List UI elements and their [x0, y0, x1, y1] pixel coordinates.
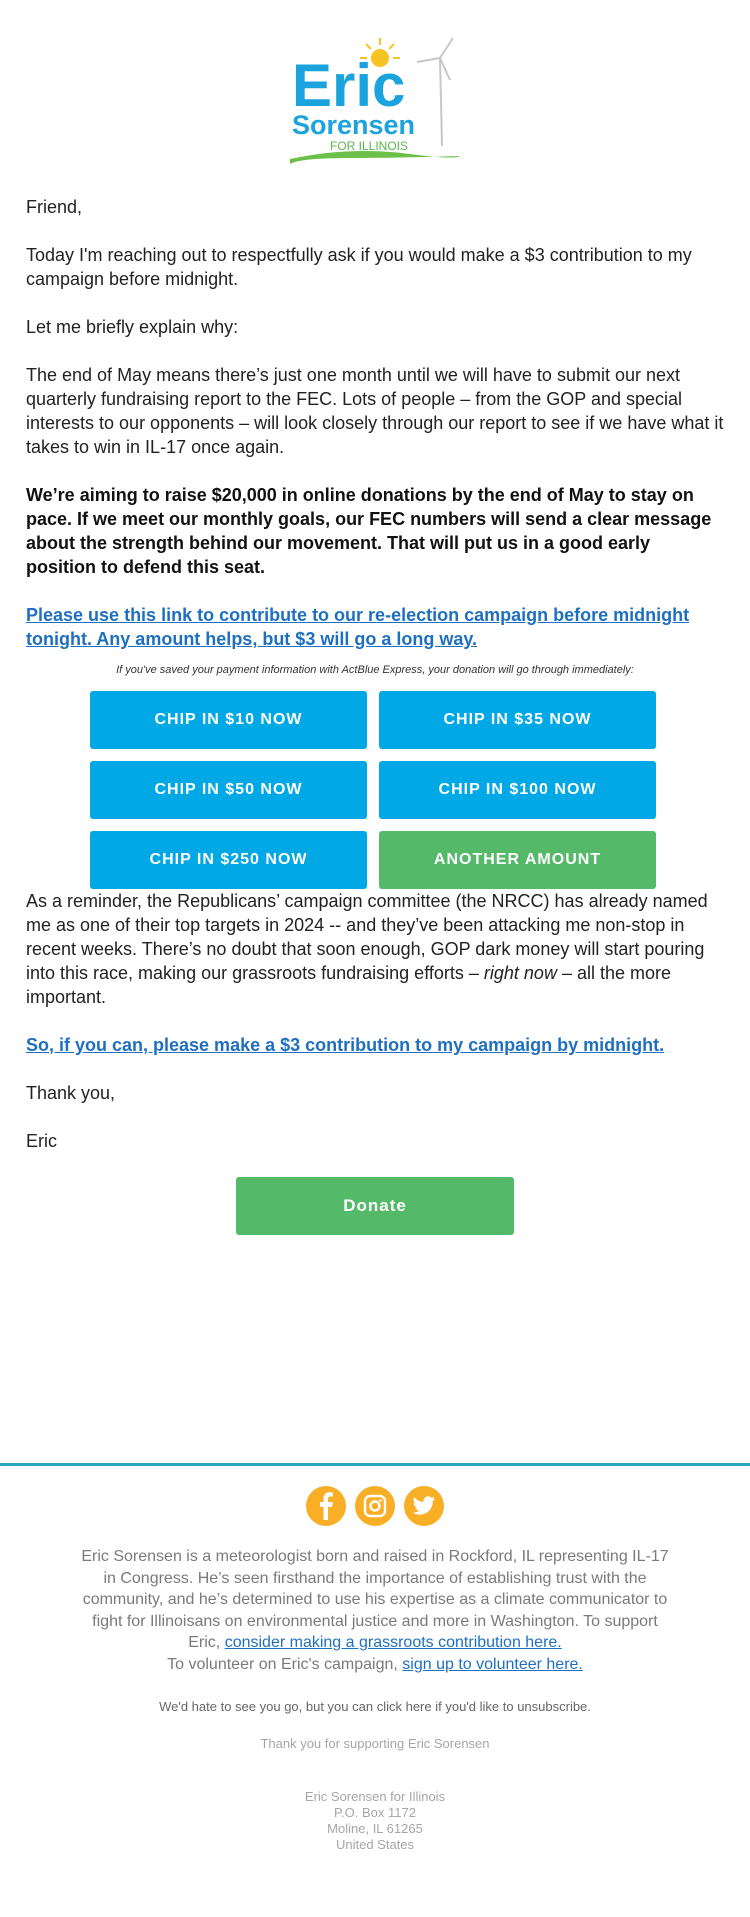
chip-in-35-button[interactable]: CHIP IN $35 NOW	[379, 691, 656, 749]
signoff: Thank you,	[26, 1083, 116, 1103]
campaign-logo: Eric Sorensen FOR ILLINOIS	[290, 37, 460, 164]
greeting: Friend,	[26, 197, 83, 217]
volunteer-link[interactable]: sign up to volunteer here.	[402, 1656, 583, 1673]
paragraph-ask: Today I'm reaching out to respectfully a…	[26, 245, 692, 289]
wind-turbine-icon	[416, 37, 454, 147]
logo-surname: Sorensen	[292, 110, 415, 140]
facebook-icon[interactable]	[306, 1486, 346, 1526]
chip-in-100-button[interactable]: CHIP IN $100 NOW	[379, 761, 656, 819]
paragraph-explain: Let me briefly explain why:	[26, 317, 239, 337]
grassroots-contribution-link[interactable]: consider making a grassroots contributio…	[225, 1634, 562, 1651]
actblue-express-note: If you've saved your payment information…	[116, 664, 634, 676]
footer-thanks: Thank you for supporting Eric Sorensen	[260, 1736, 490, 1751]
footer-divider	[0, 1463, 750, 1466]
candidate-bio: Eric Sorensen is a meteorologist born an…	[81, 1548, 669, 1673]
logo-tagline: FOR ILLINOIS	[330, 139, 408, 153]
logo-swoosh	[290, 150, 460, 164]
paragraph-goal: We’re aiming to raise $20,000 in online …	[26, 485, 712, 577]
chip-in-50-button[interactable]: CHIP IN $50 NOW	[90, 761, 367, 819]
twitter-icon[interactable]	[404, 1486, 444, 1526]
unsubscribe-link[interactable]: We'd hate to see you go, but you can cli…	[0, 1699, 750, 1714]
header: Eric Sorensen FOR ILLINOIS	[0, 0, 750, 195]
donate-button[interactable]: Donate	[236, 1177, 514, 1235]
contribute-link[interactable]: Please use this link to contribute to ou…	[26, 605, 689, 649]
chip-in-10-button[interactable]: CHIP IN $10 NOW	[90, 691, 367, 749]
social-links	[0, 1486, 750, 1526]
paragraph-fec: The end of May means there’s just one mo…	[26, 365, 724, 457]
signature: Eric	[26, 1131, 57, 1151]
mailing-address: Eric Sorensen for Illinois P.O. Box 1172…	[304, 1789, 446, 1852]
donation-button-grid: CHIP IN $10 NOW CHIP IN $35 NOW CHIP IN …	[90, 691, 660, 889]
email-body: Friend, Today I'm reaching out to respec…	[0, 195, 750, 1153]
contribute-midnight-link[interactable]: So, if you can, please make a $3 contrib…	[26, 1035, 664, 1055]
chip-in-250-button[interactable]: CHIP IN $250 NOW	[90, 831, 367, 889]
logo-name: Eric	[292, 52, 405, 119]
paragraph-nrcc: As a reminder, the Republicans’ campaign…	[26, 891, 708, 1007]
another-amount-button[interactable]: ANOTHER AMOUNT	[379, 831, 656, 889]
instagram-icon[interactable]	[355, 1486, 395, 1526]
